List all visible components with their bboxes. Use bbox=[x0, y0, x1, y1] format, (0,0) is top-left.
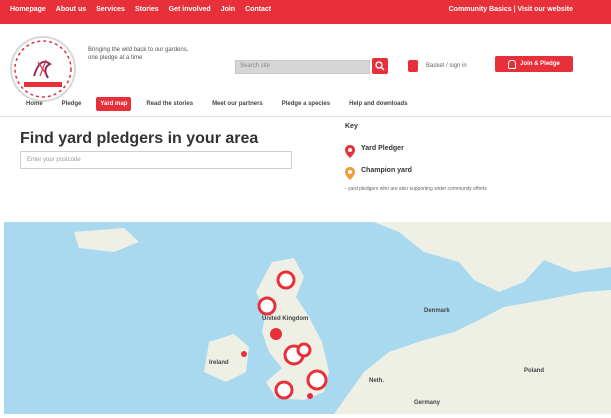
map-canvas: United Kingdom Ireland Denmark Germany P… bbox=[74, 222, 611, 414]
nav-item-help[interactable]: Help and downloads bbox=[345, 97, 411, 111]
site-tagline: Bringing the wild back to our gardens, o… bbox=[88, 47, 189, 61]
map-marker[interactable] bbox=[241, 351, 247, 357]
map-pin-icon bbox=[345, 145, 355, 158]
nav-item-species[interactable]: Pledge a species bbox=[278, 97, 334, 111]
map-label-uk: United Kingdom bbox=[262, 316, 308, 322]
search-icon bbox=[375, 61, 385, 71]
map-label-poland: Poland bbox=[524, 368, 544, 374]
top-nav: Homepage About us Services Stories Get i… bbox=[10, 6, 271, 13]
top-nav-item[interactable]: Contact bbox=[245, 6, 271, 13]
logo-graphic bbox=[14, 40, 72, 98]
map-key: Key Yard Pledger Champion yard - yard pl… bbox=[345, 123, 585, 192]
map-marker[interactable] bbox=[307, 393, 313, 399]
page-title: Find yard pledgers in your area bbox=[20, 130, 259, 147]
top-nav-item[interactable]: Services bbox=[96, 6, 125, 13]
map-label-denmark: Denmark bbox=[424, 308, 450, 314]
account-link[interactable]: Basket / sign in bbox=[426, 63, 467, 69]
basket-icon[interactable] bbox=[408, 60, 418, 72]
top-nav-item[interactable]: Homepage bbox=[10, 6, 46, 13]
nav-item-partners[interactable]: Meet our partners bbox=[208, 97, 267, 111]
key-label: Yard Pledger bbox=[361, 145, 404, 152]
postcode-input[interactable]: Enter your postcode bbox=[20, 151, 292, 169]
nav-item-stories[interactable]: Read the stories bbox=[142, 97, 197, 111]
top-nav-item[interactable]: Join bbox=[221, 6, 235, 13]
top-nav-item[interactable]: Get involved bbox=[169, 6, 211, 13]
map-label-germany: Germany bbox=[414, 400, 441, 406]
map-marker[interactable] bbox=[276, 270, 296, 290]
key-item-champion: Champion yard - yard pledgers who are al… bbox=[345, 167, 575, 192]
search-button[interactable] bbox=[372, 58, 388, 74]
key-item-pledger: Yard Pledger bbox=[345, 145, 404, 158]
search-input[interactable]: Search site bbox=[235, 60, 370, 74]
top-right-links[interactable]: Community Basics | Visit our website bbox=[449, 6, 573, 13]
map-label-neth: Neth. bbox=[369, 378, 384, 384]
site-logo[interactable] bbox=[10, 36, 76, 102]
key-description: - yard pledgers who are also supporting … bbox=[345, 186, 487, 192]
join-pledge-label: Join & Pledge bbox=[520, 61, 560, 67]
yard-map[interactable]: United Kingdom Ireland Denmark Germany P… bbox=[4, 222, 611, 414]
nav-item-yard-map[interactable]: Yard map bbox=[96, 97, 132, 111]
main-nav-items: Home Pledge Yard map Read the stories Me… bbox=[22, 97, 411, 111]
map-label-ireland: Ireland bbox=[209, 360, 229, 366]
map-marker[interactable] bbox=[306, 369, 328, 391]
map-marker[interactable] bbox=[274, 380, 294, 400]
user-icon bbox=[508, 59, 517, 69]
top-nav-item[interactable]: Stories bbox=[135, 6, 159, 13]
champion-pin-icon bbox=[345, 167, 355, 180]
map-marker[interactable] bbox=[270, 328, 282, 340]
nav-item-home[interactable]: Home bbox=[22, 97, 47, 111]
map-marker[interactable] bbox=[296, 342, 312, 358]
main-nav: Home Pledge Yard map Read the stories Me… bbox=[0, 94, 611, 117]
key-title: Key bbox=[345, 123, 358, 130]
join-pledge-button[interactable]: Join & Pledge bbox=[495, 56, 573, 72]
nav-item-pledge[interactable]: Pledge bbox=[58, 97, 86, 111]
key-label: Champion yard bbox=[361, 167, 412, 174]
map-marker[interactable] bbox=[257, 296, 277, 316]
top-nav-item[interactable]: About us bbox=[56, 6, 86, 13]
top-bar: Homepage About us Services Stories Get i… bbox=[0, 0, 611, 24]
